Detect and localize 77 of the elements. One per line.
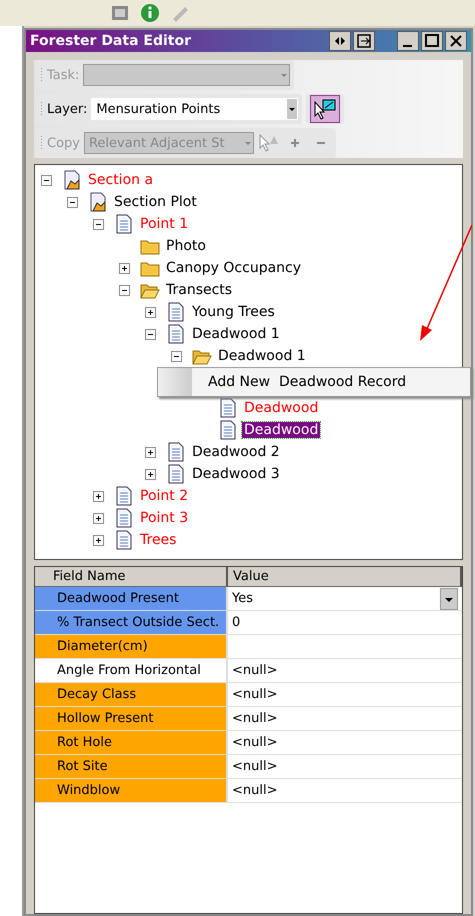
expand-toggle[interactable] — [145, 446, 156, 458]
collapse-toggle[interactable] — [171, 350, 182, 362]
dropdown-caret-icon[interactable] — [440, 588, 458, 610]
combo-box[interactable]: Mensuration Points — [91, 98, 298, 120]
expand-toggle[interactable] — [145, 306, 156, 318]
value-cell[interactable]: <null> — [228, 731, 462, 754]
document-icon — [114, 530, 134, 550]
select-tool-icon[interactable] — [310, 95, 340, 123]
menu-gutter — [158, 368, 192, 396]
document-icon — [88, 192, 108, 212]
tree-node-label[interactable]: Photo — [164, 238, 208, 254]
toolbar-label: Layer: — [47, 102, 88, 116]
tree-node-label[interactable]: Deadwood 2 — [190, 444, 282, 460]
field-name-cell: Diameter(cm) — [35, 635, 228, 658]
tree-node-label[interactable]: Section a — [86, 172, 156, 188]
field-name-cell: Decay Class — [35, 683, 228, 706]
tree-node-label[interactable]: Point 3 — [138, 510, 190, 526]
expand-toggle[interactable] — [119, 262, 130, 274]
field-name-cell: Hollow Present — [35, 707, 228, 730]
tree-node-label[interactable]: Trees — [138, 532, 178, 548]
info-icon[interactable] — [140, 3, 160, 23]
grip-icon[interactable] — [40, 101, 43, 117]
value-cell[interactable]: <null> — [228, 755, 462, 778]
expand-toggle[interactable] — [145, 468, 156, 480]
expand-toggle[interactable] — [93, 490, 104, 502]
field-name-cell: % Transect Outside Sect. — [35, 611, 228, 634]
grip-icon[interactable] — [40, 135, 43, 151]
document-icon — [166, 464, 186, 484]
column-header: Value — [228, 567, 462, 586]
value-cell[interactable]: 0 — [228, 611, 462, 634]
pin-icon[interactable] — [329, 31, 351, 51]
field-name-cell: Deadwood Present — [35, 587, 228, 610]
tree-node-label[interactable]: Transects — [164, 282, 234, 298]
document-icon — [114, 486, 134, 506]
value-cell[interactable]: Yes — [228, 587, 462, 610]
tree-node-label[interactable]: Canopy Occupancy — [164, 260, 304, 276]
tree-node-label[interactable]: Deadwood — [242, 400, 320, 416]
tree-node-label[interactable]: Deadwood 1 — [190, 326, 282, 342]
maximize-icon[interactable] — [421, 31, 443, 51]
document-icon — [166, 442, 186, 462]
collapse-toggle[interactable] — [119, 284, 130, 296]
expand-toggle[interactable] — [93, 512, 104, 524]
collapse-toggle[interactable] — [145, 328, 156, 340]
minimize-icon[interactable] — [397, 31, 419, 51]
document-icon — [166, 302, 186, 322]
expand-toggle[interactable] — [93, 534, 104, 546]
tree-node-label[interactable]: Point 1 — [138, 216, 190, 232]
tree-node-label[interactable]: Deadwood 1 — [216, 348, 308, 364]
toolbar-icon[interactable] — [110, 3, 130, 23]
document-icon — [62, 170, 82, 190]
field-name-cell: Windblow — [35, 779, 228, 802]
cursor-tree-icon[interactable] — [258, 133, 280, 153]
collapse-toggle[interactable] — [41, 174, 52, 186]
document-icon — [114, 214, 134, 234]
document-icon — [218, 420, 238, 440]
window-title: Forester Data Editor — [30, 33, 192, 49]
value-cell[interactable]: <null> — [228, 779, 462, 802]
document-icon — [114, 508, 134, 528]
tree-node-label[interactable]: Young Trees — [190, 304, 277, 320]
tree-node-label[interactable]: Section Plot — [112, 194, 199, 210]
dock-icon[interactable] — [353, 31, 375, 51]
toolbar-label: Copy — [47, 136, 80, 150]
value-cell[interactable]: <null> — [228, 659, 462, 682]
value-cell[interactable]: <null> — [228, 683, 462, 706]
field-name-cell: Rot Hole — [35, 731, 228, 754]
tree-node-label[interactable]: Point 2 — [138, 488, 190, 504]
collapse-toggle[interactable] — [93, 218, 104, 230]
tree-node-label[interactable]: Deadwood — [242, 422, 320, 438]
tree-node-label[interactable]: Deadwood 3 — [190, 466, 282, 482]
close-icon[interactable] — [445, 31, 467, 51]
field-name-cell: Rot Site — [35, 755, 228, 778]
value-cell[interactable]: <null> — [228, 707, 462, 730]
collapse-toggle[interactable] — [67, 196, 78, 208]
document-icon — [166, 324, 186, 344]
toolbar-label: Task: — [47, 68, 80, 82]
menu-item[interactable]: Add New Deadwood Record — [208, 374, 406, 390]
grip-icon[interactable] — [40, 67, 43, 83]
